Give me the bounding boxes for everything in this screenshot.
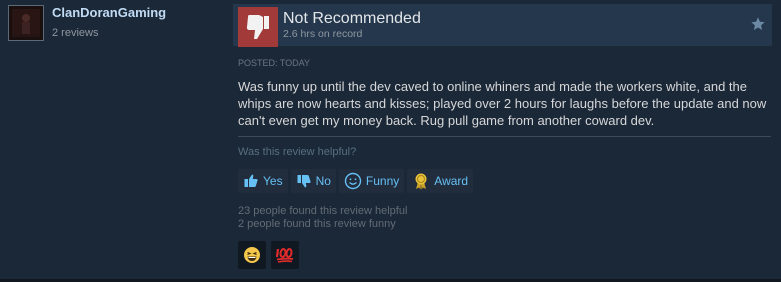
- thumbs-up-icon: [244, 174, 258, 187]
- awards-received: [238, 241, 299, 269]
- star-icon[interactable]: [750, 16, 766, 37]
- vote-buttons: Yes No Funny Award: [238, 169, 474, 193]
- award-button[interactable]: Award: [407, 169, 474, 193]
- award-medal-icon: [415, 173, 427, 190]
- smiley-icon: [344, 172, 362, 190]
- review-card: ClanDoranGaming 2 reviews Not Recommende…: [0, 0, 781, 279]
- vote-funny-label: Funny: [365, 174, 400, 188]
- thumbs-down-icon: [238, 7, 278, 47]
- laughing-face-award-icon[interactable]: [238, 241, 266, 269]
- review-verdict[interactable]: Not Recommended: [283, 10, 421, 28]
- thumbs-down-small-icon: [297, 175, 311, 188]
- award-label: Award: [434, 174, 469, 188]
- review-text: Was funny up until the dev caved to onli…: [238, 79, 767, 128]
- vote-funny-button[interactable]: Funny: [338, 169, 405, 193]
- hours-on-record: 2.6 hrs on record: [283, 28, 363, 40]
- vote-no-button[interactable]: No: [290, 169, 336, 193]
- helpful-question: Was this review helpful?: [238, 146, 357, 158]
- hundred-points-award-icon[interactable]: [271, 241, 299, 269]
- reviewer-username[interactable]: ClanDoranGaming: [52, 5, 166, 20]
- posted-date: Posted: Today: [238, 58, 311, 68]
- divider: [238, 136, 771, 137]
- funny-count: 2 people found this review funny: [238, 218, 396, 230]
- review-header: Not Recommended 2.6 hrs on record: [233, 4, 772, 47]
- vote-no-label: No: [315, 174, 331, 188]
- avatar[interactable]: [8, 5, 44, 41]
- vote-yes-label: Yes: [263, 174, 283, 188]
- vote-yes-button[interactable]: Yes: [238, 169, 288, 193]
- avatar-image: [9, 6, 43, 40]
- helpful-count: 23 people found this review helpful: [238, 205, 408, 217]
- reviewer-reviews-count[interactable]: 2 reviews: [52, 27, 98, 39]
